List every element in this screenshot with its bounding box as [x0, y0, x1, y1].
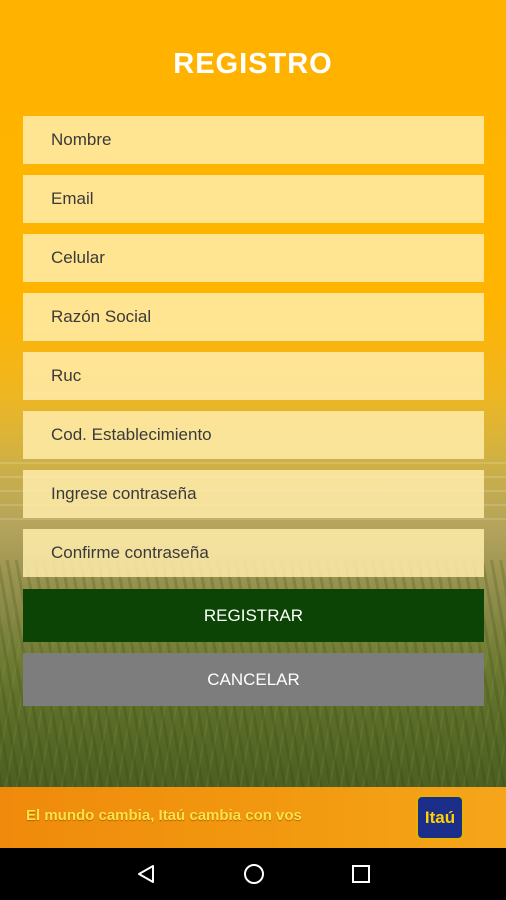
password-field[interactable]: Ingrese contraseña [23, 470, 484, 518]
banner-slogan: El mundo cambia, Itaú cambia con vos [26, 807, 302, 824]
recents-icon[interactable] [346, 860, 376, 888]
ruc-field[interactable]: Ruc [23, 352, 484, 400]
business-name-field[interactable]: Razón Social [23, 293, 484, 341]
back-icon[interactable] [131, 860, 161, 888]
establishment-code-field[interactable]: Cod. Establecimiento [23, 411, 484, 459]
name-field[interactable]: Nombre [23, 116, 484, 164]
email-field[interactable]: Email [23, 175, 484, 223]
register-button[interactable]: REGISTRAR [23, 589, 484, 642]
phone-field[interactable]: Celular [23, 234, 484, 282]
system-nav-bar [0, 848, 506, 900]
cancel-button[interactable]: CANCELAR [23, 653, 484, 706]
page-title: REGISTRO [173, 48, 333, 80]
confirm-password-field[interactable]: Confirme contraseña [23, 529, 484, 577]
home-icon[interactable] [239, 860, 269, 888]
itau-logo: Itaú [416, 795, 464, 840]
